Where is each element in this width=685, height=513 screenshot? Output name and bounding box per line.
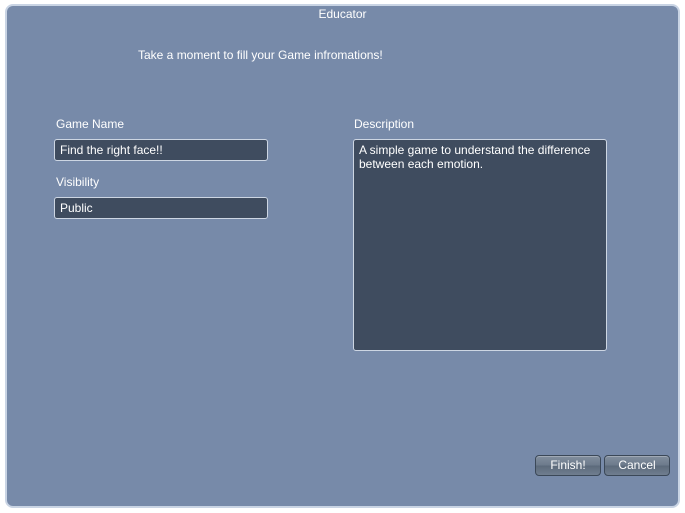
- visibility-input[interactable]: [54, 197, 268, 219]
- cancel-button[interactable]: Cancel: [604, 455, 670, 476]
- description-label: Description: [354, 117, 414, 131]
- game-name-label: Game Name: [56, 117, 124, 131]
- dialog-subtitle: Take a moment to fill your Game infromat…: [138, 48, 383, 62]
- dialog-window: Educator Take a moment to fill your Game…: [5, 4, 680, 508]
- visibility-label: Visibility: [56, 175, 99, 189]
- dialog-title: Educator: [7, 6, 678, 22]
- description-textarea[interactable]: A simple game to understand the differen…: [353, 139, 607, 351]
- game-name-input[interactable]: [54, 139, 268, 161]
- finish-button[interactable]: Finish!: [535, 455, 601, 476]
